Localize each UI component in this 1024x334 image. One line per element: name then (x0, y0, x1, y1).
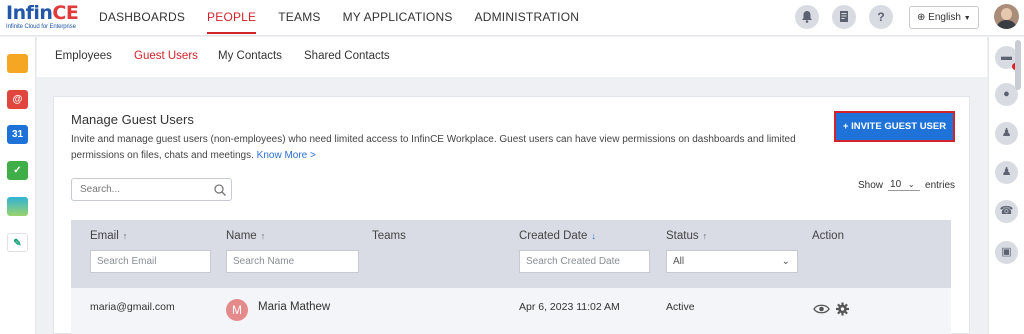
user-settings-icon[interactable]: ♟ (995, 122, 1018, 145)
signature-app-icon[interactable]: ✎ (7, 233, 28, 252)
nav-my-applications[interactable]: MY APPLICATIONS (343, 0, 453, 36)
search-input[interactable] (72, 179, 207, 200)
sort-desc-icon: ↓ (591, 231, 596, 241)
people-subtabs: Employees Guest Users My Contacts Shared… (37, 37, 987, 77)
nav-teams[interactable]: TEAMS (278, 0, 320, 36)
settings-icon[interactable] (834, 302, 851, 316)
main-nav: DASHBOARDS PEOPLE TEAMS MY APPLICATIONS … (99, 0, 601, 36)
page-size-select[interactable]: 10 ⌄ (888, 179, 921, 191)
infince-logo[interactable]: InfinCE Infinite Cloud for Enterprise (6, 2, 79, 33)
row-created-date: Apr 6, 2023 11:02 AM (519, 301, 620, 313)
invite-guest-user-button[interactable]: + INVITE GUEST USER (834, 111, 955, 142)
tab-employees[interactable]: Employees (55, 50, 112, 62)
card-description: Invite and manage guest users (non-emplo… (71, 134, 796, 161)
gallery-app-icon[interactable] (7, 197, 28, 216)
language-label: English (928, 12, 961, 23)
chevron-down-icon: ⌄ (781, 256, 790, 267)
search-email-input[interactable] (91, 251, 210, 272)
col-action-header: Action (812, 230, 844, 242)
tab-shared-contacts[interactable]: Shared Contacts (304, 50, 390, 62)
tasks-app-icon[interactable]: ✓ (7, 161, 28, 180)
help-icon[interactable]: ? (869, 5, 893, 29)
chevron-down-icon: ▼ (963, 15, 971, 22)
col-name-header[interactable]: Name ↑ (226, 230, 265, 242)
chevron-down-icon: ⌄ (907, 180, 915, 189)
row-email: maria@gmail.com (90, 301, 175, 313)
logo-text: Infin (6, 2, 53, 24)
guest-users-card: Manage Guest Users Invite and manage gue… (53, 96, 970, 334)
entries-label: entries (925, 179, 956, 191)
sort-asc-icon: ↑ (260, 231, 266, 241)
col-status-header[interactable]: Status ↑ (666, 230, 707, 242)
language-selector[interactable]: ⊕ English ▼ (909, 6, 979, 29)
user-avatar[interactable] (994, 4, 1019, 29)
avatar: M (226, 299, 248, 321)
sort-asc-icon: ↑ (702, 231, 708, 241)
view-icon[interactable] (813, 302, 830, 316)
tab-guest-users[interactable]: Guest Users (134, 50, 198, 62)
calendar-check-icon[interactable]: ▣ (995, 241, 1018, 264)
sort-asc-icon: ↑ (122, 231, 128, 241)
row-name: Maria Mathew (258, 301, 331, 313)
col-teams-header: Teams (372, 230, 406, 242)
know-more-link[interactable]: Know More > (257, 150, 316, 161)
document-icon[interactable] (832, 5, 856, 29)
status-badge: Active (666, 301, 695, 313)
page-size-control: Show 10 ⌄ entries (858, 179, 955, 191)
mail-app-icon[interactable]: @ (7, 90, 28, 109)
card-title: Manage Guest Users (71, 112, 194, 127)
scrollbar-thumb[interactable] (1015, 40, 1021, 90)
calendar-app-icon[interactable]: 31 (7, 125, 28, 144)
top-bar: InfinCE Infinite Cloud for Enterprise DA… (0, 0, 1024, 36)
phone-icon[interactable]: ☎ (995, 200, 1018, 223)
show-label: Show (858, 179, 884, 191)
search-name-input[interactable] (227, 251, 358, 272)
col-email-header[interactable]: Email ↑ (90, 230, 127, 242)
logo-tagline: Infinite Cloud for Enterprise (6, 24, 76, 30)
nav-administration[interactable]: ADMINISTRATION (475, 0, 580, 36)
app-launcher-rail: @ 31 ✓ ✎ (0, 37, 36, 334)
contacts-icon[interactable]: ♟ (995, 161, 1018, 184)
logo-accent-text: CE (52, 2, 79, 24)
table-header: Email ↑ Name ↑ Teams Created Date ↓ Status ↑… (71, 220, 951, 288)
filter-created-date (519, 250, 650, 273)
search-created-date-input[interactable] (520, 251, 649, 272)
globe-icon: ⊕ (917, 12, 926, 23)
table-row[interactable]: maria@gmail.com M Maria Mathew Apr 6, 20… (71, 288, 951, 334)
status-filter-select[interactable]: All ⌄ (666, 250, 798, 273)
folder-app-icon[interactable] (7, 54, 28, 73)
col-created-date-header[interactable]: Created Date ↓ (519, 230, 596, 242)
nav-people[interactable]: PEOPLE (207, 0, 257, 36)
search-icon[interactable] (213, 183, 227, 197)
filter-name (226, 250, 359, 273)
nav-dashboards[interactable]: DASHBOARDS (99, 0, 185, 36)
tab-my-contacts[interactable]: My Contacts (218, 50, 282, 62)
filter-email (90, 250, 211, 273)
search-box (71, 178, 232, 201)
bell-icon[interactable] (795, 5, 819, 29)
